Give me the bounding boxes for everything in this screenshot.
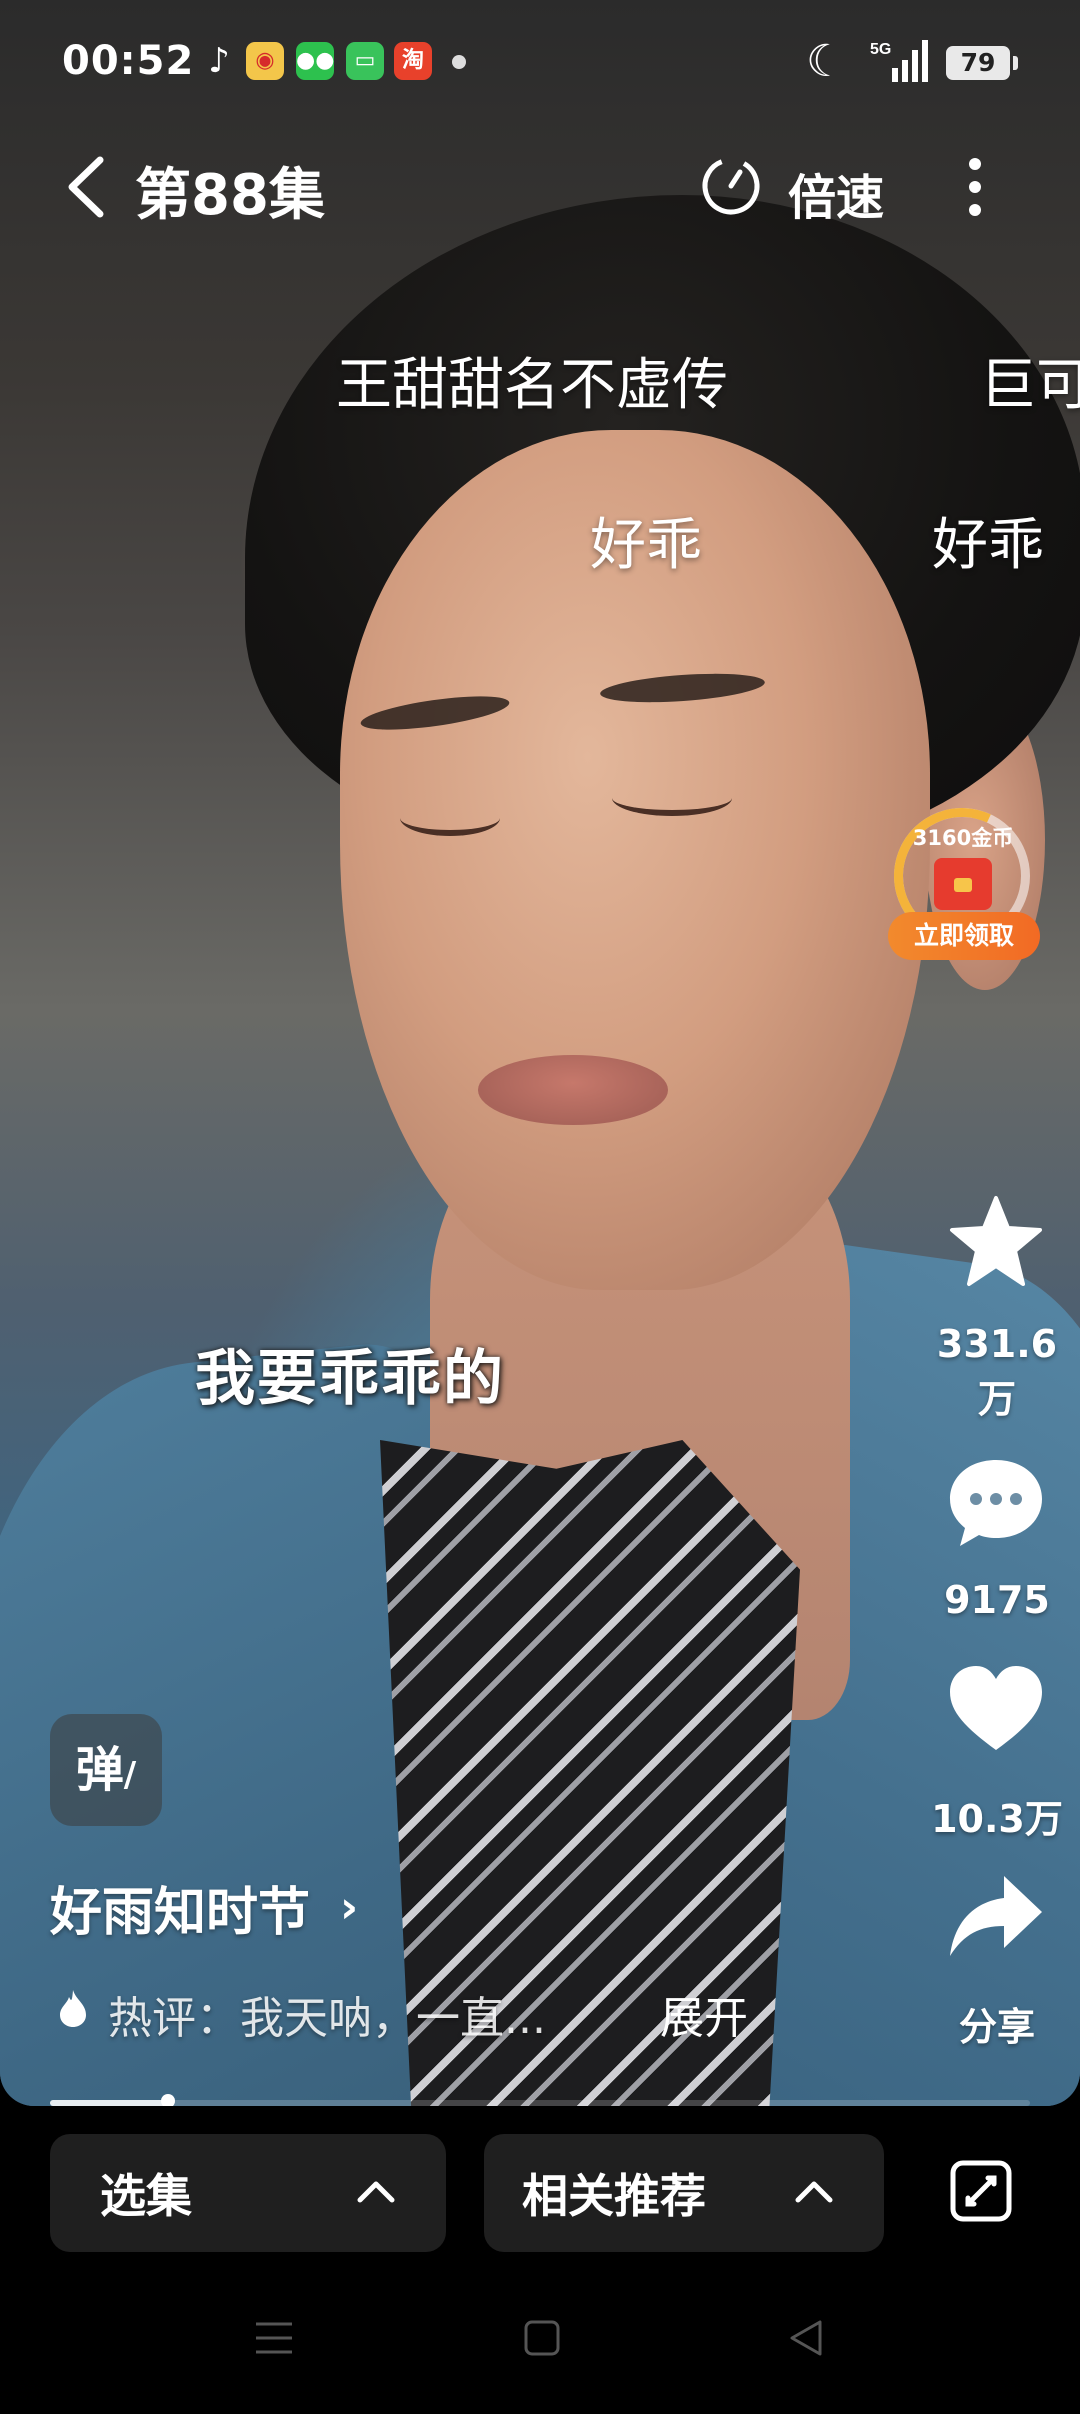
danmaku-comment: 好乖 (590, 513, 702, 578)
chevron-up-icon (795, 2181, 833, 2203)
coin-amount: 3160金币 (912, 826, 1014, 850)
like-count: 10.3万 (931, 1797, 1063, 1841)
more-options-icon[interactable] (952, 152, 998, 222)
playback-progress-fill (50, 2100, 168, 2106)
favorite-star-icon[interactable] (946, 1192, 1046, 1292)
claim-reward-button[interactable]: 立即领取 (888, 912, 1040, 960)
status-bar: 00:52 ♪ ◉ ●● ▭ 淘 ☾ 5G 79 (0, 0, 1080, 130)
video-subtitle: 我要乖乖的 (195, 1344, 505, 1414)
episodes-selector-label: 选集 (100, 2169, 192, 2223)
do-not-disturb-moon-icon: ☾ (806, 36, 846, 87)
share-label: 分享 (958, 2005, 1035, 2049)
danmaku-comment: 好乖 (932, 513, 1044, 578)
chevron-right-icon: › (340, 1882, 359, 1933)
danmaku-toggle-label: 弹 (75, 1742, 124, 1798)
network-type-label: 5G (870, 41, 891, 58)
playback-scrubber-handle[interactable] (160, 2094, 175, 2106)
hot-comment[interactable]: 热评：我天呐，一直... (108, 1982, 546, 2046)
related-recommendations-button[interactable]: 相关推荐 (484, 2134, 884, 2252)
chevron-up-icon (357, 2181, 395, 2203)
favorite-count-unit: 万 (977, 1377, 1016, 1421)
expand-comment-button[interactable]: 展开 (660, 1982, 748, 2046)
playback-speed-icon[interactable] (700, 155, 762, 217)
back-arrow-icon[interactable] (62, 152, 112, 222)
taobao-icon: 淘 (394, 42, 432, 80)
video-eye-left (400, 800, 500, 836)
wechat-icon: ●● (296, 42, 334, 80)
favorite-count: 331.6 (936, 1322, 1058, 1366)
related-recommendations-label: 相关推荐 (522, 2169, 706, 2223)
weibo-icon: ◉ (246, 42, 284, 80)
coin-reward-widget[interactable]: 3160金币 立即领取 (874, 788, 1050, 970)
home-square-icon[interactable] (522, 2318, 562, 2358)
messages-icon: ▭ (346, 42, 384, 80)
battery-icon: 79 (946, 46, 1018, 80)
show-title-link[interactable]: 好雨知时节 (50, 1870, 310, 1945)
comment-count: 9175 (944, 1578, 1050, 1622)
video-player[interactable] (0, 0, 1080, 2106)
like-heart-icon[interactable] (946, 1660, 1046, 1760)
danmaku-toggle-button[interactable]: 弹/ (50, 1714, 162, 1826)
comment-bubble-icon[interactable] (946, 1452, 1046, 1552)
red-envelope-icon (934, 858, 992, 910)
status-time: 00:52 (62, 38, 195, 84)
danmaku-comment: 王甜甜名不虚传 (336, 353, 728, 418)
flame-icon (60, 1990, 86, 2027)
tiktok-icon: ♪ (208, 41, 230, 81)
playback-progress-bar[interactable] (50, 2094, 1030, 2106)
signal-5g-icon: 5G (870, 40, 928, 82)
video-eye-right (612, 780, 732, 816)
episodes-selector-button[interactable]: 选集 (50, 2134, 446, 2252)
short-drama-player: 00:52 ♪ ◉ ●● ▭ 淘 ☾ 5G 79 第88集 倍速 王甜甜名不虚传… (0, 0, 1080, 2414)
fullscreen-icon[interactable] (948, 2158, 1014, 2224)
episode-title: 第88集 (135, 163, 325, 228)
share-arrow-icon[interactable] (946, 1868, 1046, 1968)
notification-dot-icon (452, 55, 466, 69)
playback-speed-button[interactable]: 倍速 (788, 158, 884, 228)
recents-menu-icon[interactable] (254, 2318, 294, 2358)
danmaku-comment: 巨可 (980, 353, 1080, 418)
back-triangle-icon[interactable] (786, 2318, 826, 2358)
video-lips (478, 1055, 668, 1125)
